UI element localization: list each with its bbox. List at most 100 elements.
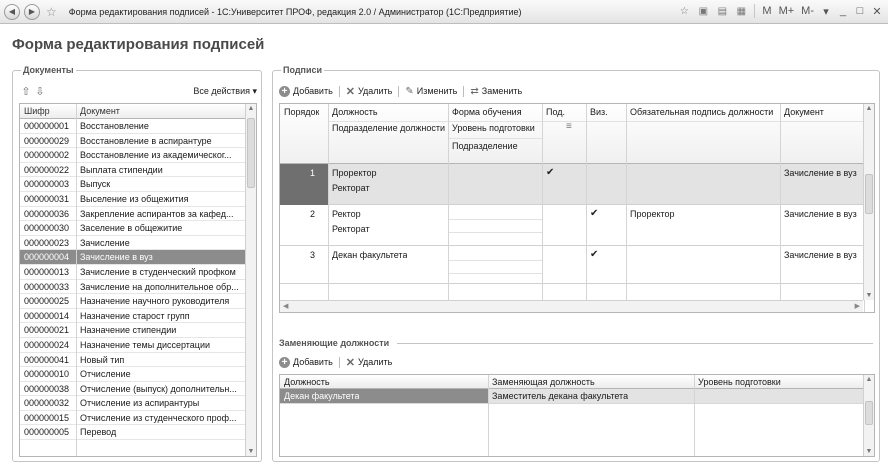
- signature-position-cell[interactable]: Ректор: [332, 209, 361, 219]
- dropdown-icon[interactable]: ▾: [819, 5, 833, 18]
- replace-signature-button[interactable]: ⇄ Заменить: [470, 86, 522, 97]
- history-icon[interactable]: ▣: [695, 3, 711, 19]
- document-name-cell[interactable]: Выплата стипендии: [80, 165, 240, 175]
- memory-button-mminus[interactable]: M-: [799, 5, 816, 17]
- table-row[interactable]: 000000031 Выселение из общежития: [20, 192, 256, 207]
- table-row[interactable]: 000000003 Выпуск: [20, 177, 256, 192]
- table-row[interactable]: 000000001 Восстановление: [20, 119, 256, 134]
- filter-icon[interactable]: ≡: [566, 121, 572, 132]
- scroll-down-icon[interactable]: ▼: [864, 292, 874, 299]
- table-row[interactable]: 000000023 Зачисление: [20, 236, 256, 251]
- favorite-star-icon[interactable]: ☆: [676, 3, 692, 19]
- document-name-cell[interactable]: Выселение из общежития: [80, 194, 240, 204]
- scroll-right-icon[interactable]: ▶: [855, 302, 860, 310]
- delete-signature-button[interactable]: ✕ Удалить: [346, 85, 393, 98]
- star-icon[interactable]: ☆: [46, 5, 57, 19]
- calculator-icon[interactable]: ▦: [733, 3, 749, 19]
- document-name-cell[interactable]: Зачисление в вуз: [80, 252, 240, 262]
- document-name-cell[interactable]: Зачисление на дополнительное обр...: [80, 282, 240, 292]
- table-row[interactable]: 000000010 Отчисление: [20, 367, 256, 382]
- replacing-replacing-cell[interactable]: Заместитель декана факультета: [492, 391, 628, 401]
- table-row[interactable]: 2 Ректор Ректорат ✔ Проректор Зачисление в ву…: [280, 205, 863, 246]
- scroll-thumb[interactable]: [865, 174, 873, 214]
- print-icon[interactable]: ▤: [714, 3, 730, 19]
- table-row[interactable]: Декан факультета Заместитель декана факу…: [280, 389, 863, 404]
- signature-sign-cell[interactable]: ✔: [546, 167, 554, 178]
- scroll-down-icon[interactable]: ▼: [864, 448, 874, 455]
- document-name-cell[interactable]: Новый тип: [80, 355, 240, 365]
- maximize-icon[interactable]: □: [853, 5, 867, 17]
- table-row[interactable]: 3 Декан факультета ✔ Зачисление в вуз: [280, 246, 863, 284]
- delete-replacing-button[interactable]: ✕ Удалить: [346, 356, 393, 369]
- table-row[interactable]: 000000022 Выплата стипендии: [20, 163, 256, 178]
- scroll-up-icon[interactable]: ▲: [864, 105, 874, 112]
- move-up-icon[interactable]: ⇧: [19, 85, 33, 98]
- column-header-code[interactable]: Шифр: [24, 106, 50, 116]
- signature-document-cell[interactable]: Зачисление в вуз: [784, 168, 857, 178]
- document-name-cell[interactable]: Зачисление: [80, 238, 240, 248]
- move-down-icon[interactable]: ⇩: [33, 85, 47, 98]
- scroll-down-icon[interactable]: ▼: [246, 448, 256, 455]
- table-row[interactable]: 000000013 Зачисление в студенческий профк…: [20, 265, 256, 280]
- document-name-cell[interactable]: Назначение темы диссертации: [80, 340, 240, 350]
- column-header-sign[interactable]: Под.: [546, 107, 565, 117]
- table-row[interactable]: 000000021 Назначение стипендии: [20, 323, 256, 338]
- signature-unit-cell[interactable]: Ректорат: [332, 183, 370, 193]
- table-row[interactable]: 000000036 Закрепление аспирантов за кафед…: [20, 207, 256, 222]
- column-header-document[interactable]: Документ: [784, 107, 824, 117]
- documents-scrollbar[interactable]: ▲ ▼: [245, 104, 256, 456]
- document-name-cell[interactable]: Восстановление из академическог...: [80, 150, 240, 160]
- signature-position-cell[interactable]: Проректор: [332, 168, 377, 178]
- document-name-cell[interactable]: Отчисление: [80, 369, 240, 379]
- back-arrow-icon[interactable]: ◀: [4, 3, 20, 20]
- column-header-position-unit[interactable]: Подразделение должности: [332, 123, 448, 133]
- signature-order-cell[interactable]: 3: [310, 250, 315, 260]
- column-header-department[interactable]: Подразделение: [452, 141, 518, 151]
- table-row[interactable]: 000000041 Новый тип: [20, 353, 256, 368]
- signature-position-cell[interactable]: Декан факультета: [332, 250, 407, 260]
- column-header-level[interactable]: Уровень подготовки: [452, 123, 535, 133]
- signatures-vscroll[interactable]: ▲ ▼: [863, 104, 874, 300]
- memory-button-mplus[interactable]: M+: [777, 5, 797, 17]
- minimize-icon[interactable]: _: [836, 5, 850, 17]
- scroll-up-icon[interactable]: ▲: [246, 105, 256, 112]
- table-row[interactable]: 000000029 Восстановление в аспирантуре: [20, 134, 256, 149]
- add-replacing-button[interactable]: + Добавить: [279, 356, 333, 368]
- column-header-document[interactable]: Документ: [80, 106, 120, 116]
- document-name-cell[interactable]: Назначение научного руководителя: [80, 296, 240, 306]
- document-name-cell[interactable]: Восстановление: [80, 121, 240, 131]
- table-row[interactable]: 000000015 Отчисление из студенческого про…: [20, 411, 256, 426]
- signature-document-cell[interactable]: Зачисление в вуз: [784, 209, 857, 219]
- table-row[interactable]: 000000014 Назначение старост групп: [20, 309, 256, 324]
- forward-arrow-icon[interactable]: ▶: [24, 3, 40, 20]
- column-header-level[interactable]: Уровень подготовки: [698, 377, 781, 387]
- scroll-up-icon[interactable]: ▲: [864, 376, 874, 383]
- document-name-cell[interactable]: Перевод: [80, 427, 240, 437]
- table-row[interactable]: 000000025 Назначение научного руководител…: [20, 294, 256, 309]
- column-header-visa[interactable]: Виз.: [590, 107, 608, 117]
- signature-order-cell[interactable]: 2: [310, 209, 315, 219]
- add-signature-button[interactable]: + Добавить: [279, 85, 333, 97]
- table-row[interactable]: 000000005 Перевод: [20, 425, 256, 441]
- signature-visa-cell[interactable]: ✔: [590, 249, 598, 260]
- column-header-position[interactable]: Должность: [284, 377, 330, 387]
- table-row[interactable]: 000000033 Зачисление на дополнительное об…: [20, 280, 256, 295]
- table-row[interactable]: 000000024 Назначение темы диссертации: [20, 338, 256, 353]
- document-name-cell[interactable]: Восстановление в аспирантуре: [80, 136, 240, 146]
- column-header-replacing[interactable]: Заменяющая должность: [492, 377, 595, 387]
- replacing-position-cell[interactable]: Декан факультета: [284, 391, 359, 401]
- document-name-cell[interactable]: Закрепление аспирантов за кафед...: [80, 209, 240, 219]
- table-row[interactable]: 000000004 Зачисление в вуз: [20, 250, 256, 265]
- document-name-cell[interactable]: Отчисление из студенческого проф...: [80, 413, 240, 423]
- document-name-cell[interactable]: Назначение старост групп: [80, 311, 240, 321]
- table-row[interactable]: 000000002 Восстановление из академическог…: [20, 148, 256, 163]
- table-row[interactable]: 000000038 Отчисление (выпуск) дополнитель…: [20, 382, 256, 397]
- column-header-required[interactable]: Обязательная подпись должности: [630, 107, 773, 117]
- document-name-cell[interactable]: Выпуск: [80, 179, 240, 189]
- signature-visa-cell[interactable]: ✔: [590, 208, 598, 219]
- scroll-thumb[interactable]: [247, 118, 255, 188]
- close-icon[interactable]: ✕: [870, 5, 884, 18]
- replacing-scrollbar[interactable]: ▲ ▼: [863, 375, 874, 456]
- scroll-thumb[interactable]: [865, 401, 873, 425]
- document-name-cell[interactable]: Заселение в общежитие: [80, 223, 240, 233]
